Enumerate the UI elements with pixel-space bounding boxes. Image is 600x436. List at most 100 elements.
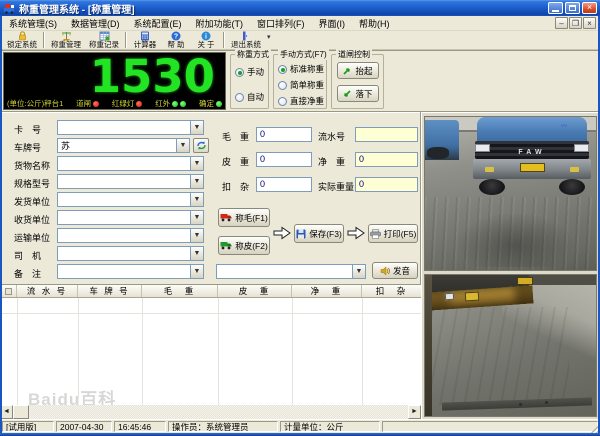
col-plate-no[interactable]: 车 牌 号 (78, 285, 142, 297)
net-weight-label: 净 重 (318, 157, 346, 167)
actual-weight-input[interactable]: 0 (355, 177, 418, 192)
grid-line (292, 298, 293, 405)
col-tare-weight[interactable]: 皮 重 (218, 285, 292, 297)
weigh-gross-button[interactable]: 称毛(F1) (218, 208, 270, 227)
mdi-minimize-button[interactable]: – (555, 17, 568, 29)
menu-item-config[interactable]: 系统配置(E) (127, 17, 189, 30)
chevron-down-icon[interactable]: ▼ (190, 247, 203, 260)
voice-text-combo[interactable]: ▼ (216, 264, 366, 279)
toolbar-button-exit[interactable]: 退出系统 (228, 31, 264, 49)
col-deduction[interactable]: 扣 杂 (362, 285, 421, 297)
menu-item-help[interactable]: 帮助(H) (352, 17, 397, 30)
plate-no-label: 车牌号 (14, 143, 42, 153)
gate-control-group: 道闸控制 抬起 落下 (331, 49, 384, 109)
weigh-mode-group-title: 称重方式 (235, 49, 271, 60)
radio-auto[interactable]: 自动 (235, 91, 264, 103)
window-titlebar: 称重管理系统 - [称重管理] × (0, 0, 600, 16)
close-icon: × (586, 2, 593, 12)
table-corner-cell (0, 285, 17, 297)
toolbar-button-help[interactable]: ? 帮 助 (162, 31, 190, 49)
gate-drop-button[interactable]: 落下 (337, 85, 379, 102)
status-time: 16:45:46 (114, 421, 166, 432)
status-bar: [试用版] 2007-04-30 16:45:46 操作员：系统管理员 计量单位… (0, 419, 600, 433)
radio-simple-weigh[interactable]: 简单称重 (278, 79, 324, 91)
camera-feed-bottom (424, 274, 597, 417)
infrared-indicator-light-1 (172, 100, 179, 107)
toolbar-button-weigh-manage[interactable]: 称重管理 (48, 31, 84, 49)
menu-item-system[interactable]: 系统管理(S) (2, 17, 64, 30)
chevron-down-icon[interactable]: ▼ (190, 265, 203, 278)
col-serial-no[interactable]: 流 水 号 (17, 285, 78, 297)
serial-no-input[interactable] (355, 127, 418, 142)
mdi-close-button[interactable]: × (583, 17, 596, 29)
col-net-weight[interactable]: 净 重 (292, 285, 362, 297)
save-disk-icon (296, 229, 306, 238)
col-gross-weight[interactable]: 毛 重 (142, 285, 218, 297)
transporter-combo[interactable]: ▼ (57, 228, 204, 243)
toolbar-button-calculator[interactable]: 计算器 (130, 31, 160, 49)
radio-direct-net-icon (278, 96, 287, 106)
radio-direct-net[interactable]: 直接净重 (278, 95, 324, 107)
spec-model-label: 规格型号 (14, 179, 51, 189)
save-button[interactable]: 保存(F3) (294, 224, 344, 243)
close-button[interactable]: × (582, 2, 597, 14)
spec-model-combo[interactable]: ▼ (57, 174, 204, 189)
goods-name-label: 货物名称 (14, 161, 51, 171)
mdi-restore-button[interactable]: ❐ (569, 17, 582, 29)
manual-mode-group-title: 手动方式(F7) (278, 49, 329, 60)
toolbar-button-weigh-records[interactable]: 称重记录 (86, 31, 122, 49)
chevron-down-icon[interactable]: ▼ (190, 211, 203, 224)
toolbar-button-lock-system[interactable]: 锁定系统 (4, 31, 40, 49)
table-h-scrollbar[interactable]: ◄ ► (0, 405, 421, 419)
status-empty-panel (382, 421, 598, 432)
scrollbar-thumb[interactable] (13, 405, 29, 419)
gate-lift-button[interactable]: 抬起 (337, 62, 379, 79)
minimize-button[interactable] (548, 2, 563, 14)
chevron-down-icon[interactable]: ▼ (190, 175, 203, 188)
plate-no-combo[interactable]: 苏 ▼ (57, 138, 190, 153)
weigh-tare-button[interactable]: 称皮(F2) (218, 236, 270, 255)
toolbar-button-about[interactable]: i 关 于 (192, 31, 220, 49)
card-no-combo[interactable]: ▼ (57, 120, 204, 135)
gross-weight-input[interactable]: 0 (256, 127, 312, 142)
grid-line (362, 298, 363, 405)
chevron-down-icon[interactable]: ▼ (176, 139, 189, 152)
net-weight-input[interactable]: 0 (355, 152, 418, 167)
shipper-combo[interactable]: ▼ (57, 192, 204, 207)
table-header: 流 水 号 车 牌 号 毛 重 皮 重 净 重 扣 杂 (0, 284, 421, 298)
arrow-down-icon (344, 89, 352, 97)
voice-button[interactable]: 发音 (372, 262, 418, 279)
print-button[interactable]: 打印(F5) (368, 224, 418, 243)
menu-bar: 系统管理(S) 数据管理(D) 系统配置(E) 附加功能(T) 窗口排列(F) … (2, 16, 598, 31)
indicator-gate-label: 道闸 (76, 99, 92, 108)
radio-manual[interactable]: 手动 (235, 66, 264, 78)
menu-item-data[interactable]: 数据管理(D) (64, 17, 127, 30)
chevron-down-icon[interactable]: ▼ (190, 121, 203, 134)
radio-standard-weigh[interactable]: 标准称重 (278, 63, 324, 75)
led-platform-label: (单位:公斤)秤台1 (7, 99, 64, 108)
deduction-input[interactable]: 0 (256, 177, 312, 192)
flow-arrow-icon (347, 226, 365, 240)
remarks-combo[interactable]: ▼ (57, 264, 204, 279)
chevron-down-icon[interactable]: ▼ (190, 229, 203, 242)
confirm-indicator-light (216, 100, 222, 107)
restore-button[interactable] (565, 2, 580, 14)
driver-combo[interactable]: ▼ (57, 246, 204, 261)
chevron-down-icon[interactable]: ▼ (190, 157, 203, 170)
menu-item-windows[interactable]: 窗口排列(F) (250, 17, 312, 30)
menu-item-ui[interactable]: 界面(I) (312, 17, 353, 30)
goods-name-combo[interactable]: ▼ (57, 156, 204, 171)
toolbar-overflow-icon[interactable]: ▾ (267, 33, 271, 41)
tare-weight-input[interactable]: 0 (256, 152, 312, 167)
infrared-indicator-light-2 (180, 100, 187, 107)
grid-line (0, 313, 421, 314)
license-plate (517, 277, 533, 285)
chevron-down-icon[interactable]: ▼ (190, 193, 203, 206)
scrollbar-right-button[interactable]: ► (408, 405, 421, 419)
receiver-combo[interactable]: ▼ (57, 210, 204, 225)
minimize-icon (552, 10, 559, 12)
chevron-down-icon[interactable]: ▼ (352, 265, 365, 278)
menu-item-addons[interactable]: 附加功能(T) (189, 17, 251, 30)
camera-feed-top: 〰 FAW (424, 116, 597, 271)
plate-refresh-button[interactable] (193, 138, 209, 153)
